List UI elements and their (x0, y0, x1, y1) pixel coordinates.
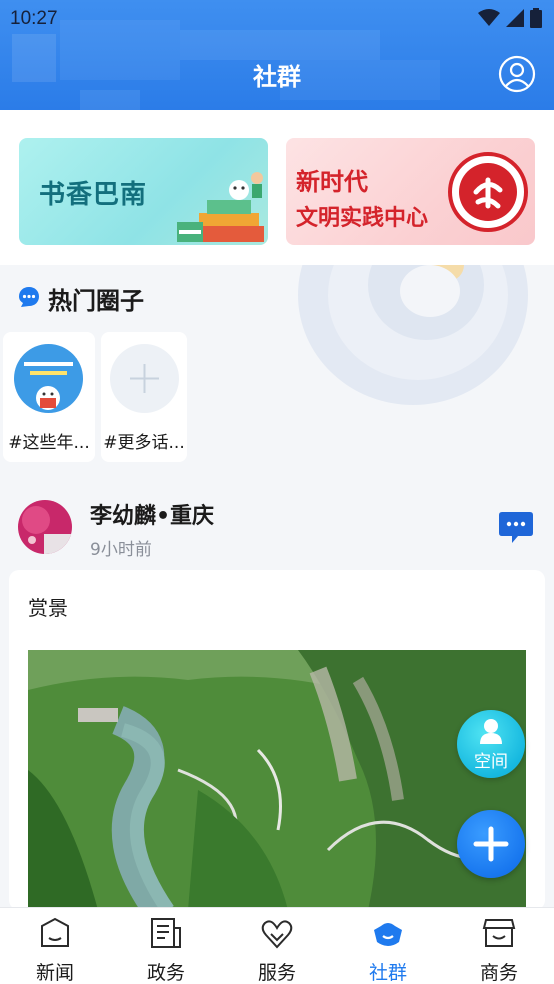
tab-service[interactable]: 服务 (222, 908, 332, 984)
circle-card[interactable]: #这些年... (3, 332, 95, 462)
header-decoration (80, 90, 140, 110)
battery-icon (530, 8, 542, 28)
plus-icon (473, 826, 509, 862)
hot-circles-title: 热门圈子 (48, 287, 144, 315)
government-icon (151, 918, 181, 948)
tab-news[interactable]: 新闻 (0, 908, 110, 984)
banner-civilization-line2: 文明实践中心 (296, 206, 429, 231)
more-topics-thumbnail (110, 344, 179, 413)
hot-circles-section: 热门圈子 #这些年... #更多话... (0, 265, 554, 480)
tab-label: 服务 (257, 962, 296, 984)
tab-business[interactable]: 商务 (444, 908, 554, 984)
banner-reading[interactable]: 书香巴南 (19, 138, 268, 245)
circle-thumbnail-image (14, 344, 83, 413)
banner-civilization[interactable]: 新时代 文明实践中心 (286, 138, 535, 245)
community-icon (374, 923, 402, 946)
comment-icon[interactable] (498, 510, 534, 544)
plus-icon (130, 364, 159, 393)
post-photo[interactable] (28, 650, 526, 910)
chat-bubble-icon (19, 287, 39, 307)
banner-row: 书香巴南 新时代 文明实践中心 (0, 110, 554, 265)
more-topics-card[interactable]: #更多话... (101, 332, 187, 462)
app-header: 10:27 社群 (0, 0, 554, 110)
shop-icon (482, 919, 516, 947)
profile-icon[interactable] (498, 55, 536, 93)
avatar-image (18, 500, 72, 554)
wifi-icon (478, 9, 500, 26)
circle-card-label: #这些年... (8, 433, 90, 453)
circle-thumbnail (14, 344, 83, 413)
status-icons (478, 8, 542, 28)
tab-label: 商务 (479, 962, 518, 984)
post-time: 9小时前 (90, 540, 152, 560)
avatar[interactable] (18, 500, 72, 554)
books-illustration (177, 172, 264, 242)
more-topics-label: #更多话... (103, 433, 185, 453)
tab-community[interactable]: 社群 (333, 908, 443, 984)
post-author[interactable]: 李幼麟•重庆 (90, 498, 214, 530)
banner-reading-text: 书香巴南 (39, 180, 148, 210)
bottom-tab-bar: 新闻 政务 服务 社群 商务 (0, 907, 554, 984)
add-post-button[interactable] (457, 810, 525, 878)
news-icon (41, 917, 69, 947)
landscape-photo (28, 650, 526, 910)
tab-government[interactable]: 政务 (111, 908, 221, 984)
tab-label: 社群 (368, 962, 407, 984)
user-icon (480, 719, 502, 744)
banner-civilization-line1: 新时代 (296, 168, 368, 196)
status-time: 10:27 (10, 8, 58, 29)
background-decoration (298, 265, 528, 405)
page-title: 社群 (253, 63, 301, 91)
space-fab-button[interactable]: 空间 (457, 710, 525, 778)
tab-label: 政务 (146, 962, 185, 984)
service-icon (261, 920, 293, 949)
space-fab-label: 空间 (474, 752, 508, 772)
signal-icon (506, 9, 524, 27)
tab-label: 新闻 (35, 962, 74, 984)
post-text: 赏景 (28, 596, 68, 620)
status-bar: 10:27 (0, 0, 554, 38)
civilization-seal-icon (448, 152, 528, 232)
